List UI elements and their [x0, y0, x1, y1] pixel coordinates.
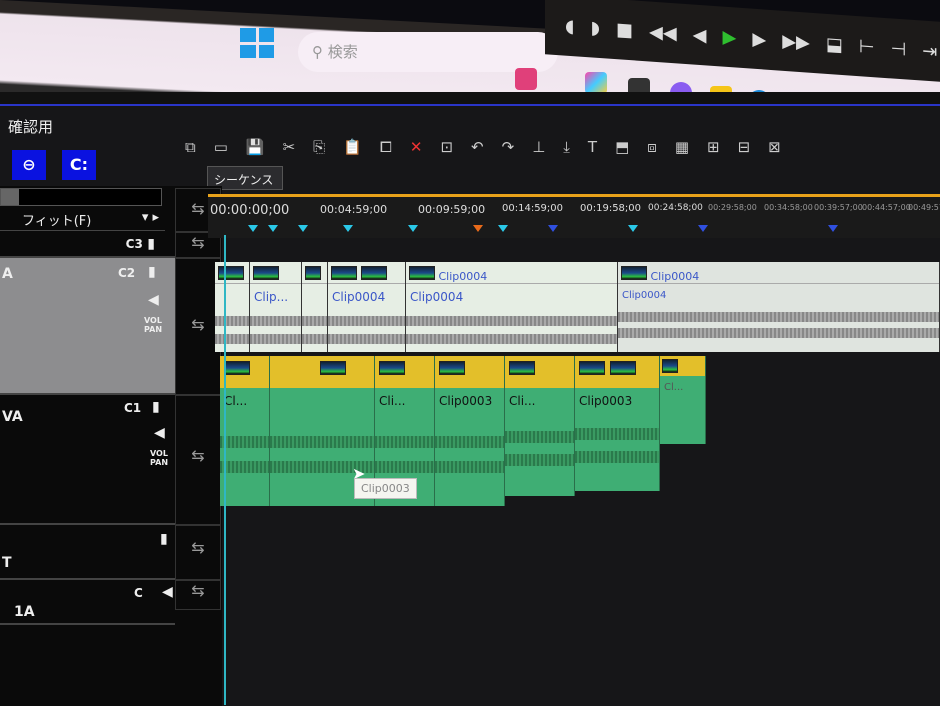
track-va[interactable]: VA C1 ▮ ◀ VOL PAN [0, 395, 175, 525]
fast-forward-button[interactable]: ▶▶ [782, 30, 810, 53]
playhead[interactable] [224, 235, 226, 705]
next-frame-button[interactable]: ▶ [752, 28, 766, 50]
paste-special-icon[interactable]: ⧠ [380, 138, 392, 156]
marker-icon[interactable]: ⊥ [532, 138, 545, 156]
clip-tooltip: Clip0003 [354, 478, 417, 499]
marker[interactable] [498, 225, 508, 232]
marker[interactable] [298, 225, 308, 232]
track-1a[interactable]: 1A C ◀ [0, 580, 175, 625]
video-clip[interactable]: Cl... [220, 356, 270, 506]
video-clip[interactable]: Cli... [505, 356, 575, 496]
mark-out-button[interactable]: ◗ [590, 17, 599, 39]
video-icon: ▮ [152, 399, 160, 415]
marker[interactable] [698, 225, 708, 232]
play-button[interactable]: ▶ [723, 26, 737, 48]
set-in-button[interactable]: ⊢ [859, 36, 875, 58]
zoom-select[interactable]: フィット(F) ▾ ▸ [0, 207, 165, 231]
tool-icon[interactable]: ⊠ [768, 138, 781, 156]
delete-icon[interactable]: ✕ [410, 138, 423, 156]
vol-pan-button[interactable]: VOL PAN [150, 449, 172, 467]
tool-icon[interactable]: ⊟ [738, 138, 751, 156]
timeline-ruler[interactable]: 00:00:00;00 00:04:59;00 00:09:59;00 00:1… [208, 194, 940, 238]
title-icon[interactable]: T [588, 138, 597, 156]
marker[interactable] [408, 225, 418, 232]
audio-clip[interactable]: Clip0004 [328, 262, 406, 352]
video-icon: ▮ [148, 264, 156, 280]
marker[interactable] [828, 225, 838, 232]
audio-clip[interactable]: Clip0004 Clip0004 [406, 262, 618, 352]
video-clip[interactable]: Clip0003 [575, 356, 660, 491]
ripple-delete-icon[interactable]: ⊡ [440, 138, 453, 156]
audio-clip[interactable]: Clip0004 Clip0004 [618, 262, 940, 352]
marker[interactable] [248, 225, 258, 232]
app-icon[interactable] [515, 68, 537, 90]
tool-icon[interactable]: ⊞ [707, 138, 720, 156]
copilot-icon[interactable] [585, 72, 607, 94]
link-button[interactable]: ⊖ [12, 150, 46, 180]
mark-in-button[interactable]: ◖ [565, 15, 574, 37]
zoom-slider[interactable] [0, 188, 162, 206]
swap-icon[interactable]: ⇆ [175, 525, 221, 580]
video-icon: ▮ [147, 236, 155, 252]
drive-button[interactable]: C: [62, 150, 96, 180]
loop-button[interactable]: ⬓ [826, 33, 843, 55]
audio-clip[interactable]: Clip... [250, 262, 302, 352]
copy-icon[interactable]: ⎘ [313, 138, 325, 156]
windows-start-icon[interactable] [240, 28, 274, 58]
paste-icon[interactable]: 📋 [343, 138, 362, 156]
tool-icon[interactable]: ⧈ [647, 138, 657, 156]
marker[interactable] [473, 225, 483, 232]
sequence-icon[interactable]: ⧉ [185, 138, 196, 156]
set-out-button[interactable]: ⊣ [891, 38, 907, 60]
monitor-bezel [0, 92, 940, 106]
export-icon[interactable]: ⤓ [563, 138, 570, 156]
speaker-icon[interactable]: ◀ [162, 584, 173, 600]
redo-icon[interactable]: ↷ [502, 138, 515, 156]
speaker-icon[interactable]: ◀ [154, 425, 165, 441]
track-t[interactable]: T ▮ [0, 525, 175, 580]
toolbar: ⧉ ▭ 💾 ✂ ⎘ 📋 ⧠ ✕ ⊡ ↶ ↷ ⊥ ⤓ T ⬒ ⧈ ▦ ⊞ ⊟ ⊠ [185, 138, 781, 156]
swap-icon[interactable]: ⇆ [175, 395, 221, 525]
marker[interactable] [548, 225, 558, 232]
prev-frame-button[interactable]: ◀ [693, 24, 707, 46]
track-a[interactable]: A C2 ▮ ◀ VOL PAN [0, 258, 175, 395]
cut-icon[interactable]: ✂ [283, 138, 296, 156]
video-clip[interactable]: Cl... [660, 356, 706, 444]
search-icon: ⚲ [312, 43, 328, 61]
chevron-down-icon: ▾ ▸ [141, 210, 159, 225]
taskbar-search-input[interactable]: ⚲ 検索 [298, 32, 558, 72]
tool-icon[interactable]: ⬒ [615, 138, 629, 156]
marker[interactable] [343, 225, 353, 232]
window-title: 確認用 [8, 118, 54, 136]
go-end-button[interactable]: ⇥ [922, 40, 937, 62]
swap-icon[interactable]: ⇆ [175, 580, 221, 610]
tool-icon[interactable]: ▦ [675, 138, 689, 156]
audio-clip[interactable] [302, 262, 328, 352]
open-folder-icon[interactable]: ▭ [214, 138, 228, 156]
marker[interactable] [268, 225, 278, 232]
rewind-button[interactable]: ◀◀ [649, 21, 677, 44]
vol-pan-button[interactable]: VOL PAN [144, 316, 166, 334]
stop-button[interactable]: ■ [616, 19, 633, 41]
save-icon[interactable]: 💾 [246, 138, 265, 156]
video-clip[interactable]: Clip0003 [435, 356, 505, 506]
audio-clip[interactable] [215, 262, 250, 352]
track-c3[interactable]: C3 ▮ [0, 232, 175, 258]
undo-icon[interactable]: ↶ [471, 138, 484, 156]
speaker-icon[interactable]: ◀ [148, 292, 159, 308]
video-icon: ▮ [160, 531, 168, 547]
marker[interactable] [628, 225, 638, 232]
